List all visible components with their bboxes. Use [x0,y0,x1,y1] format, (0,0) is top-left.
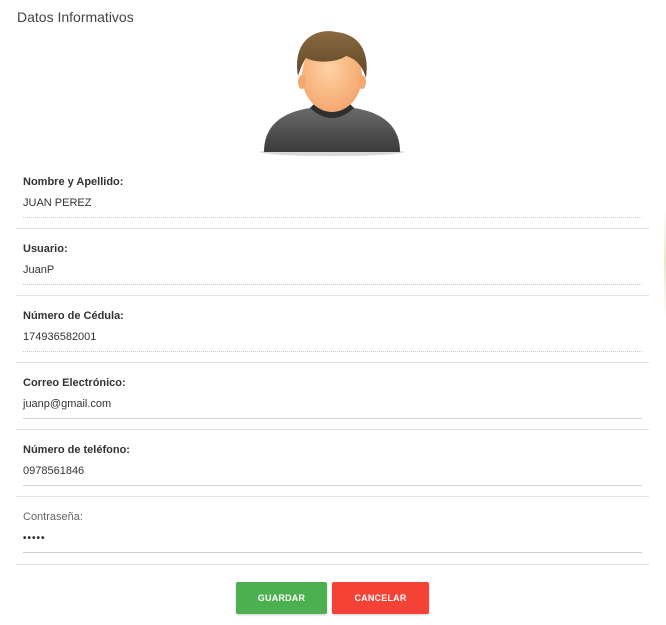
username-value: JuanP [23,264,55,276]
phone-label: Número de teléfono: [23,444,130,456]
password-underline [23,552,642,553]
phone-value: 0978561846 [23,465,85,477]
cancel-button[interactable]: CANCELAR [332,582,429,614]
user-avatar-icon [258,28,406,156]
password-input[interactable]: ••••• [23,533,623,544]
password-label: Contraseña: [23,511,83,523]
name-label: Nombre y Apellido: [23,176,124,188]
email-label: Correo Electrónico: [23,377,126,389]
username-underline [23,284,642,285]
id-number-value: 174936582001 [23,331,97,343]
phone-underline [23,485,642,486]
form-actions: GUARDAR CANCELAR [0,582,666,614]
name-value: JUAN PEREZ [23,197,92,209]
save-button[interactable]: GUARDAR [236,582,327,614]
phone-field: Número de teléfono: 0978561846 [16,430,649,497]
name-underline [23,217,642,218]
id-number-underline [23,351,642,352]
username-field: Usuario: JuanP [16,229,649,296]
email-value: juanp@gmail.com [23,398,112,410]
email-field: Correo Electrónico: juanp@gmail.com [16,363,649,430]
username-label: Usuario: [23,243,68,255]
password-field[interactable]: Contraseña: ••••• [16,497,649,565]
user-info-form: Nombre y Apellido: JUAN PEREZ Usuario: J… [16,162,649,565]
name-field: Nombre y Apellido: JUAN PEREZ [16,162,649,229]
id-number-field: Número de Cédula: 174936582001 [16,296,649,363]
email-underline [23,418,642,419]
page-title: Datos Informativos [17,9,134,25]
id-number-label: Número de Cédula: [23,310,124,322]
